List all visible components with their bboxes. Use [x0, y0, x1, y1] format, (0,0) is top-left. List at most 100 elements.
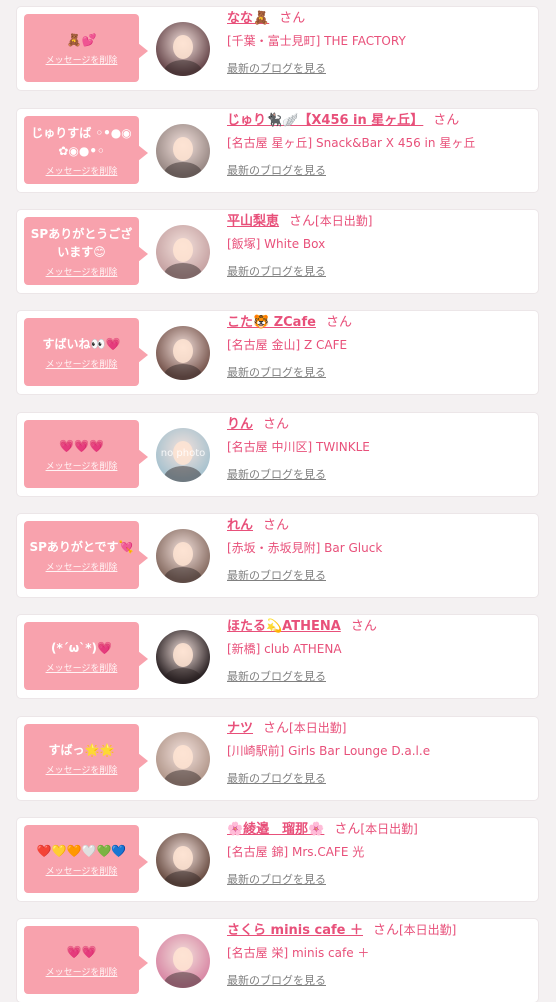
san-label: さん — [325, 315, 352, 330]
message-bubble: 💗💗 メッセージを削除 — [24, 926, 148, 994]
today-status: [本日出勤] — [315, 214, 373, 228]
girl-info: こた🐯 ZCafe さん [名古屋 金山] Z CAFE 最新のブログを見る — [227, 311, 532, 394]
avatar-face — [173, 745, 193, 769]
girl-name-link[interactable]: なな🧸 — [227, 11, 269, 26]
avatar[interactable] — [156, 225, 210, 279]
list-item: すばっ🌟🌟 メッセージを削除 ナツ さん[本日出勤] [川崎駅前] Girls B… — [17, 717, 538, 800]
avatar[interactable] — [156, 630, 210, 684]
avatar-body — [164, 466, 202, 482]
message-text: SPありがとです💘 — [29, 539, 134, 554]
girl-info: ナツ さん[本日出勤] [川崎駅前] Girls Bar Lounge D.a.l… — [227, 717, 532, 800]
girl-name-link[interactable]: りん — [227, 417, 253, 432]
girl-name-link[interactable]: 🌸綾邉 瑠那🌸 — [227, 822, 324, 837]
avatar-face — [173, 643, 193, 667]
delete-message-link[interactable]: メッセージを削除 — [46, 763, 118, 776]
list-item: SPありがとです💘 メッセージを削除 れん さん [赤坂・赤坂見附] Bar Gl… — [17, 514, 538, 597]
latest-blog-link[interactable]: 最新のブログを見る — [227, 365, 326, 381]
latest-blog-link[interactable]: 最新のブログを見る — [227, 669, 326, 685]
avatar[interactable] — [156, 833, 210, 887]
message-bubble: すばいね👀💗 メッセージを削除 — [24, 318, 148, 386]
latest-blog-link[interactable]: 最新のブログを見る — [227, 771, 326, 787]
shop-name: [千葉・富士見町] THE FACTORY — [227, 34, 406, 48]
shop-name: [名古屋 星ヶ丘] Snack&Bar X 456 in 星ヶ丘 — [227, 136, 476, 150]
list-item: SPありがとうございます😊 メッセージを削除 平山梨恵 さん[本日出勤] [飯塚]… — [17, 210, 538, 293]
name-line: 🌸綾邉 瑠那🌸 さん[本日出勤] — [227, 820, 418, 839]
avatar-body — [164, 162, 202, 178]
delete-message-link[interactable]: メッセージを削除 — [46, 661, 118, 674]
message-bubble: ❤️💛🧡🤍💚💙 メッセージを削除 — [24, 825, 148, 893]
delete-message-link[interactable]: メッセージを削除 — [46, 864, 118, 877]
avatar[interactable] — [156, 22, 210, 76]
girl-name-link[interactable]: じゅり🐈‍⬛🪽【X456 in 星ヶ丘】 — [227, 113, 423, 128]
san-label: さん — [263, 417, 290, 432]
delete-message-link[interactable]: メッセージを削除 — [46, 164, 118, 177]
avatar-face — [173, 137, 193, 161]
message-text: 🧸💕 — [66, 32, 97, 47]
san-label: さん — [263, 721, 290, 736]
girl-name-link[interactable]: ナツ — [227, 721, 253, 736]
avatar-face — [173, 947, 193, 971]
girl-name-link[interactable]: 平山梨恵 — [227, 214, 279, 229]
latest-blog-link[interactable]: 最新のブログを見る — [227, 264, 326, 280]
avatar-body — [164, 770, 202, 786]
avatar-body — [164, 60, 202, 76]
delete-message-link[interactable]: メッセージを削除 — [46, 357, 118, 370]
girl-name-link[interactable]: れん — [227, 518, 253, 533]
san-label: さん — [334, 822, 361, 837]
latest-blog-link[interactable]: 最新のブログを見る — [227, 467, 326, 483]
girl-info: れん さん [赤坂・赤坂見附] Bar Gluck 最新のブログを見る — [227, 514, 532, 597]
girl-info: じゅり🐈‍⬛🪽【X456 in 星ヶ丘】 さん [名古屋 星ヶ丘] Snack&B… — [227, 109, 532, 192]
avatar[interactable] — [156, 732, 210, 786]
today-status: [本日出勤] — [360, 822, 418, 836]
delete-message-link[interactable]: メッセージを削除 — [46, 53, 118, 66]
avatar[interactable] — [156, 529, 210, 583]
avatar[interactable] — [156, 934, 210, 988]
shop-name: [名古屋 錦] Mrs.CAFE 光 — [227, 845, 365, 859]
name-line: ほたる💫ATHENA さん — [227, 617, 377, 636]
message-text: (*´ω`*)💗 — [51, 640, 112, 655]
avatar-body — [164, 871, 202, 887]
avatar-body — [164, 668, 202, 684]
latest-blog-link[interactable]: 最新のブログを見る — [227, 568, 326, 584]
girl-name-link[interactable]: ほたる💫ATHENA — [227, 619, 341, 634]
girl-info: ほたる💫ATHENA さん [新橋] club ATHENA 最新のブログを見る — [227, 615, 532, 698]
name-line: ナツ さん[本日出勤] — [227, 719, 346, 738]
avatar[interactable] — [156, 326, 210, 380]
name-line: こた🐯 ZCafe さん — [227, 313, 352, 332]
list-item: 💗💗💗 メッセージを削除 no photo りん さん [名古屋 中川区] TWI… — [17, 413, 538, 496]
list-item: 💗💗 メッセージを削除 さくら minis cafe ＋ さん[本日出勤] [名古… — [17, 919, 538, 1002]
avatar-body — [164, 263, 202, 279]
avatar-face — [173, 339, 193, 363]
name-line: 平山梨恵 さん[本日出勤] — [227, 212, 372, 231]
girl-name-link[interactable]: さくら minis cafe ＋ — [227, 923, 363, 938]
shop-name: [川崎駅前] Girls Bar Lounge D.a.l.e — [227, 744, 431, 758]
list-item: じゅりすば ◦•●◉✿◉●•◦ メッセージを削除 じゅり🐈‍⬛🪽【X456 in… — [17, 109, 538, 192]
avatar[interactable]: no photo — [156, 428, 210, 482]
delete-message-link[interactable]: メッセージを削除 — [46, 265, 118, 278]
latest-blog-link[interactable]: 最新のブログを見る — [227, 61, 326, 77]
girl-name-link[interactable]: こた🐯 ZCafe — [227, 315, 316, 330]
delete-message-link[interactable]: メッセージを削除 — [46, 965, 118, 978]
message-bubble: SPありがとうございます😊 メッセージを削除 — [24, 217, 148, 285]
girl-info: 平山梨恵 さん[本日出勤] [飯塚] White Box 最新のブログを見る — [227, 210, 532, 293]
shop-name: [新橋] club ATHENA — [227, 642, 342, 656]
message-text: すばっ🌟🌟 — [48, 742, 115, 757]
avatar-body — [164, 567, 202, 583]
delete-message-link[interactable]: メッセージを削除 — [46, 459, 118, 472]
no-photo-label: no photo — [160, 448, 206, 459]
avatar-face — [173, 238, 193, 262]
name-line: りん さん — [227, 415, 289, 434]
message-text: SPありがとうございます😊 — [30, 226, 133, 259]
latest-blog-link[interactable]: 最新のブログを見る — [227, 872, 326, 888]
shop-name: [名古屋 栄] minis cafe ＋ — [227, 946, 370, 960]
latest-blog-link[interactable]: 最新のブログを見る — [227, 163, 326, 179]
name-line: れん さん — [227, 516, 289, 535]
avatar[interactable] — [156, 124, 210, 178]
girl-info: 🌸綾邉 瑠那🌸 さん[本日出勤] [名古屋 錦] Mrs.CAFE 光 最新のブロ… — [227, 818, 532, 901]
latest-blog-link[interactable]: 最新のブログを見る — [227, 973, 326, 989]
san-label: さん — [372, 923, 399, 938]
message-bubble: すばっ🌟🌟 メッセージを削除 — [24, 724, 148, 792]
delete-message-link[interactable]: メッセージを削除 — [46, 560, 118, 573]
avatar-face — [173, 542, 193, 566]
name-line: じゅり🐈‍⬛🪽【X456 in 星ヶ丘】 さん — [227, 111, 459, 130]
